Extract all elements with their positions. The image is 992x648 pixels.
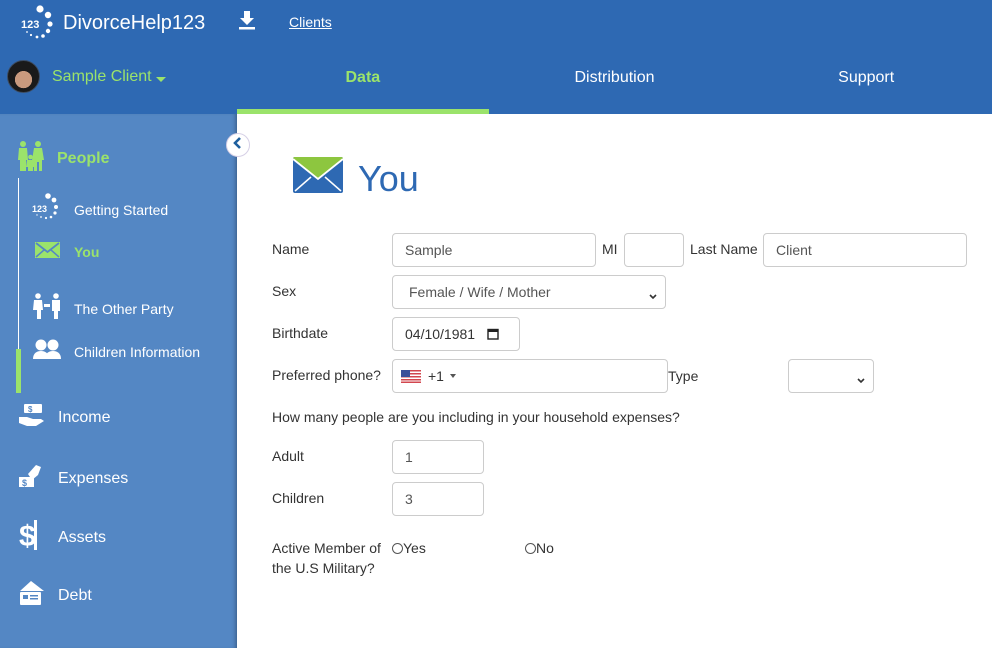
country-code: +1 <box>428 368 444 384</box>
first-name-input[interactable] <box>392 233 596 267</box>
household-question: How many people are you including in you… <box>272 409 680 425</box>
svg-text:123: 123 <box>21 19 39 31</box>
page-title: You <box>358 158 419 199</box>
military-yes-radio[interactable] <box>392 543 403 554</box>
submenu-divider <box>18 178 19 358</box>
sidebar-item-getting-started[interactable]: 123 Getting Started <box>32 192 168 227</box>
chevron-down-icon <box>857 372 865 384</box>
sidebar-item-you[interactable]: You <box>32 239 99 264</box>
mi-label: MI <box>602 241 618 257</box>
sex-select-value: Female / Wife / Mother <box>409 284 551 300</box>
sex-label: Sex <box>272 283 297 299</box>
tab-data[interactable]: Data <box>237 56 489 114</box>
active-indicator <box>16 349 21 393</box>
sidebar-item-label: Expenses <box>58 469 129 487</box>
svg-text:123: 123 <box>32 204 47 214</box>
main-content: You Name MI Last Name Sex Female / Wife … <box>237 114 992 648</box>
name-label: Name <box>272 241 310 257</box>
phone-type-label: Type <box>668 368 699 384</box>
svg-text:$: $ <box>19 520 36 552</box>
page-header: You <box>292 154 419 200</box>
mi-input[interactable] <box>624 233 684 267</box>
caret-down-icon <box>449 374 456 378</box>
sidebar-item-label: Assets <box>58 528 107 546</box>
sidebar-item-expenses[interactable]: $ Expenses <box>18 462 128 495</box>
caret-down-icon <box>155 77 166 82</box>
country-selector[interactable]: +1 <box>401 368 456 384</box>
sidebar-item-label: Debt <box>58 586 92 604</box>
children-label: Children <box>272 490 325 506</box>
sidebar-item-label: You <box>74 243 100 260</box>
birthdate-input[interactable]: 04/10/1981 <box>392 317 520 351</box>
phone-type-select[interactable] <box>788 359 874 393</box>
user-name: Sample Client <box>52 67 152 85</box>
tab-distribution[interactable]: Distribution <box>489 56 741 114</box>
hand-pay-icon: $ <box>18 462 46 495</box>
birthdate-label: Birthdate <box>272 325 329 341</box>
envelope-icon <box>292 155 344 200</box>
collapse-sidebar-button[interactable] <box>226 133 250 157</box>
brand[interactable]: 123 DivorceHelp123 <box>20 4 205 42</box>
military-no-label: No <box>536 540 554 556</box>
clients-link[interactable]: Clients <box>289 14 332 30</box>
sidebar-item-label: Children Information <box>74 343 201 360</box>
sidebar-group-people[interactable]: People <box>16 140 109 177</box>
chevron-left-icon <box>233 136 243 154</box>
sidebar-item-children-information[interactable]: Children Information <box>32 338 200 365</box>
brand-name: DivorceHelp123 <box>63 11 206 34</box>
avatar <box>7 60 40 93</box>
svg-text:$: $ <box>22 478 27 488</box>
military-no-radio[interactable] <box>525 543 536 554</box>
dollar-icon: $ <box>18 518 46 557</box>
last-name-label: Last Name <box>690 241 758 257</box>
top-header: 123 DivorceHelp123 Clients Sample Client… <box>0 0 992 114</box>
phone-label: Preferred phone? <box>272 367 381 383</box>
calendar-icon[interactable] <box>487 328 499 340</box>
birthdate-value: 04/10/1981 <box>405 326 476 342</box>
money-hand-icon: $ <box>18 402 46 433</box>
sidebar-group-label: People <box>57 149 110 167</box>
phone-input[interactable]: +1 <box>392 359 668 393</box>
couple-icon <box>32 292 62 325</box>
sidebar-item-label: Income <box>58 408 111 426</box>
download-icon[interactable] <box>238 10 256 30</box>
chevron-down-icon <box>649 288 657 300</box>
envelope-icon <box>32 239 62 264</box>
military-label-line2: the U.S Military? <box>272 560 375 576</box>
sidebar-item-debt[interactable]: Debt <box>18 579 92 612</box>
sidebar-item-other-party[interactable]: The Other Party <box>32 292 174 325</box>
sidebar-item-assets[interactable]: $ Assets <box>18 518 106 557</box>
sidebar-item-income[interactable]: $ Income <box>18 402 110 433</box>
military-no-option[interactable]: No <box>525 540 554 556</box>
military-yes-label: Yes <box>403 540 426 556</box>
adult-label: Adult <box>272 448 304 464</box>
us-flag-icon <box>401 369 421 383</box>
tab-support[interactable]: Support <box>740 56 992 114</box>
user-menu[interactable]: Sample Client <box>7 60 166 93</box>
sidebar-item-label: The Other Party <box>74 300 174 317</box>
brand-logo-icon: 123 <box>20 4 60 42</box>
main-tabs: Data Distribution Support <box>237 56 992 114</box>
adult-count-input[interactable] <box>392 440 484 474</box>
children-count-input[interactable] <box>392 482 484 516</box>
credit-card-icon <box>18 579 46 612</box>
sidebar-item-label: Getting Started <box>74 201 169 218</box>
military-label-line1: Active Member of <box>272 540 381 556</box>
last-name-input[interactable] <box>763 233 967 267</box>
military-yes-option[interactable]: Yes <box>392 540 426 556</box>
sex-select[interactable]: Female / Wife / Mother <box>392 275 666 309</box>
logo-123-icon: 123 <box>32 192 62 227</box>
sidebar: People 123 Getting Started You The Other… <box>0 114 237 648</box>
children-icon <box>32 338 62 365</box>
family-icon <box>16 140 46 177</box>
svg-text:$: $ <box>28 405 33 414</box>
